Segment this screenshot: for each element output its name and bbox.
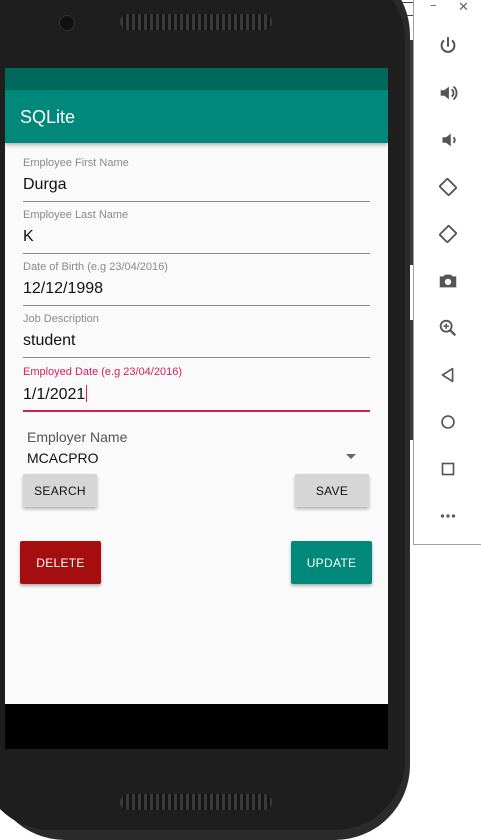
save-button[interactable]: SAVE — [295, 474, 369, 507]
last-name-field[interactable]: Employee Last Name K — [23, 209, 370, 254]
employed-date-input[interactable]: 1/1/2021 — [23, 385, 370, 405]
close-icon[interactable]: ✕ — [458, 0, 469, 15]
employer-spinner[interactable]: MCACPRO — [27, 450, 99, 466]
employed-date-value: 1/1/2021 — [23, 386, 86, 403]
device-screen: SQLite Employee First Name Durga Employe… — [5, 68, 388, 749]
app-bar: SQLite — [5, 90, 388, 143]
last-name-label: Employee Last Name — [23, 209, 129, 221]
employer-label: Employer Name — [27, 429, 128, 445]
overview-icon[interactable] — [436, 457, 460, 481]
rotate-right-icon[interactable] — [436, 222, 460, 246]
delete-button[interactable]: DELETE — [20, 541, 101, 584]
volume-down-icon[interactable] — [436, 128, 460, 152]
volume-up-icon[interactable] — [436, 81, 460, 105]
first-name-field[interactable]: Employee First Name Durga — [23, 157, 370, 202]
zoom-icon[interactable] — [436, 316, 460, 340]
job-field[interactable]: Job Description student — [23, 313, 370, 358]
power-icon[interactable] — [436, 34, 460, 58]
employed-date-label: Employed Date (e.g 23/04/2016) — [23, 366, 182, 378]
dob-input[interactable]: 12/12/1998 — [23, 280, 370, 300]
camera-icon[interactable] — [436, 269, 460, 293]
first-name-input[interactable]: Durga — [23, 176, 370, 196]
more-icon[interactable] — [436, 504, 460, 528]
minimize-icon[interactable]: – — [430, 0, 437, 13]
search-button[interactable]: SEARCH — [23, 474, 97, 507]
first-name-label: Employee First Name — [23, 157, 129, 169]
text-cursor — [86, 385, 88, 402]
status-bar — [5, 68, 388, 90]
job-input[interactable]: student — [23, 332, 370, 352]
app-title: SQLite — [20, 107, 76, 127]
front-camera — [59, 15, 75, 31]
rotate-left-icon[interactable] — [436, 175, 460, 199]
navigation-bar — [5, 704, 388, 749]
job-label: Job Description — [23, 313, 99, 325]
update-button[interactable]: UPDATE — [291, 541, 372, 584]
top-speaker — [120, 14, 272, 30]
dob-underline — [23, 305, 370, 306]
dob-field[interactable]: Date of Birth (e.g 23/04/2016) 12/12/199… — [23, 261, 370, 306]
last-name-underline — [23, 253, 370, 254]
job-underline — [23, 357, 370, 358]
dob-label: Date of Birth (e.g 23/04/2016) — [23, 261, 168, 273]
back-icon[interactable] — [436, 363, 460, 387]
emulator-toolbar: – ✕ — [413, 0, 481, 545]
first-name-underline — [23, 201, 370, 202]
employed-date-field[interactable]: Employed Date (e.g 23/04/2016) 1/1/2021 — [23, 366, 370, 412]
employed-date-underline — [23, 410, 370, 412]
dropdown-arrow-icon[interactable] — [346, 454, 356, 459]
last-name-input[interactable]: K — [23, 228, 370, 248]
home-icon[interactable] — [436, 410, 460, 434]
